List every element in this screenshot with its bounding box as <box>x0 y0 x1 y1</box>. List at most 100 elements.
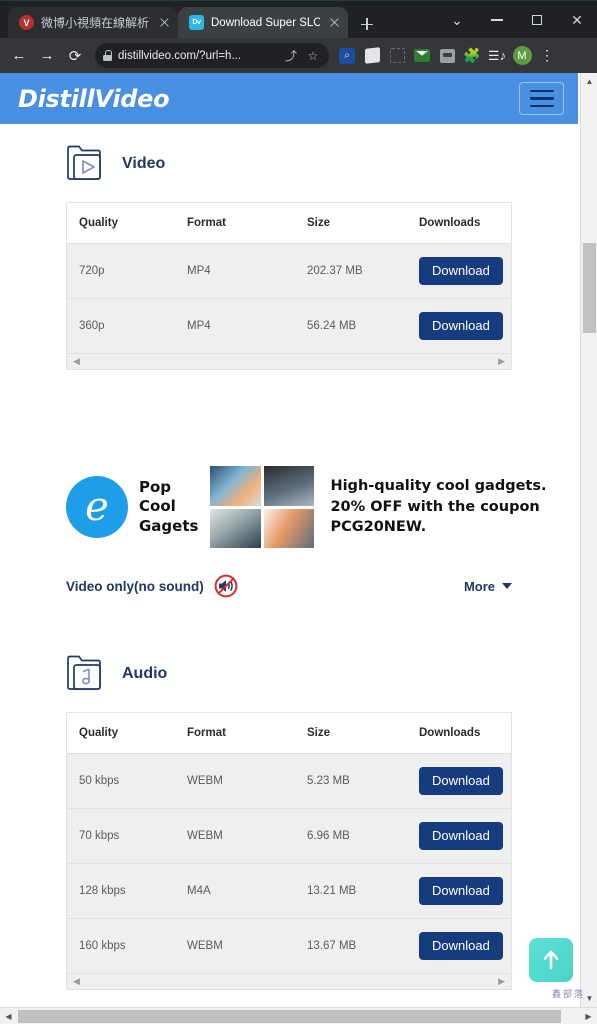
address-bar[interactable]: distillvideo.com/?url=h... ⤴ ☆ <box>95 43 329 68</box>
ad-product-thumbnails <box>210 466 315 548</box>
cell-quality: 50 kbps <box>67 753 187 809</box>
cell-format: WEBM <box>187 753 307 809</box>
lock-icon <box>103 50 112 61</box>
table-row: 360p MP4 56.24 MB Download <box>67 298 511 353</box>
avatar[interactable]: M <box>510 44 534 68</box>
download-button[interactable]: Download <box>419 767 503 795</box>
ad-copy-line1: High-quality cool gadgets. <box>330 478 547 495</box>
column-header-quality: Quality <box>67 203 187 244</box>
page-horizontal-scrollbar[interactable]: ◀ ▶ <box>0 1007 597 1024</box>
table-row: 128 kbps M4A 13.21 MB Download <box>67 863 511 919</box>
ad-copy-line3: PCG20NEW. <box>330 519 427 536</box>
mail-icon[interactable] <box>410 44 434 68</box>
ad-thumbnail <box>263 508 315 548</box>
download-button[interactable]: Download <box>419 877 503 905</box>
audio-table: Quality Format Size Downloads 50 kbps WE… <box>66 712 512 990</box>
ad-thumbnail <box>210 508 261 548</box>
column-header-format: Format <box>187 713 307 754</box>
scroll-up-icon[interactable]: ▲ <box>581 73 597 89</box>
more-label: More <box>463 578 495 594</box>
tab-strip: V 微博小視頻在線解析下載 Dv Download Super SLOW ⌄ ✕ <box>0 0 597 38</box>
column-header-downloads: Downloads <box>419 713 511 754</box>
new-tab-button[interactable] <box>353 10 381 38</box>
column-header-size: Size <box>307 713 419 754</box>
scroll-left-icon[interactable]: ◀ <box>73 356 80 367</box>
column-header-format: Format <box>187 203 307 244</box>
cell-quality: 70 kbps <box>67 808 187 864</box>
ad-brand-line3: Gagets <box>139 516 199 535</box>
scroll-left-icon[interactable]: ◀ <box>0 1012 17 1021</box>
site-logo[interactable]: DistillVideo <box>18 85 170 113</box>
download-button[interactable]: Download <box>419 932 503 960</box>
hamburger-icon[interactable] <box>519 82 564 115</box>
browser-tab-distillvideo[interactable]: Dv Download Super SLOW <box>178 7 348 38</box>
cell-size: 13.21 MB <box>307 863 419 919</box>
paper-stack-icon[interactable] <box>360 44 384 68</box>
scroll-to-top-icon <box>543 950 559 970</box>
watermark: 鑫部落 <box>551 990 585 1000</box>
chevron-down-icon[interactable]: ⌄ <box>437 1 477 39</box>
scroll-to-top-button[interactable] <box>529 938 573 982</box>
ad-thumbnail <box>263 466 315 506</box>
scroll-right-icon[interactable]: ▶ <box>498 976 505 987</box>
cell-download: Download <box>419 918 511 973</box>
folder-video-icon <box>62 144 108 184</box>
clipboard-robot-icon[interactable] <box>435 44 459 68</box>
video-section-header: Video <box>0 124 578 184</box>
close-icon[interactable]: ✕ <box>557 1 597 39</box>
ad-brand-name: Pop Cool Gagets <box>139 478 198 536</box>
back-icon[interactable]: ← <box>6 43 32 69</box>
close-icon[interactable] <box>327 15 342 30</box>
browser-window: V 微博小視頻在線解析下載 Dv Download Super SLOW ⌄ ✕… <box>0 0 597 1024</box>
cell-format: WEBM <box>187 808 307 864</box>
minimize-icon[interactable] <box>477 1 517 39</box>
table-horizontal-scrollbar[interactable]: ◀ ▶ <box>67 353 511 369</box>
video-only-row: Video only(no sound) More <box>66 574 512 598</box>
cell-format: M4A <box>187 863 307 919</box>
maximize-icon[interactable] <box>517 1 557 39</box>
table-row: 160 kbps WEBM 13.67 MB Download <box>67 918 511 973</box>
browser-toolbar: ← → ⟳ distillvideo.com/?url=h... ⤴ ☆ ⌕ 🧩… <box>0 38 597 73</box>
ad-copy: High-quality cool gadgets. 20% OFF with … <box>330 476 546 538</box>
cell-quality: 128 kbps <box>67 863 187 919</box>
window-controls: ⌄ ✕ <box>437 1 597 39</box>
reload-icon[interactable]: ⟳ <box>62 43 88 69</box>
search-highlight-icon[interactable]: ⌕ <box>335 44 359 68</box>
scrollbar-thumb[interactable] <box>18 1010 561 1023</box>
cell-size: 5.23 MB <box>307 753 419 809</box>
table-horizontal-scrollbar[interactable]: ◀ ▶ <box>67 973 511 989</box>
more-dropdown-button[interactable]: More <box>464 579 512 594</box>
share-icon[interactable]: ⤴ <box>283 47 299 64</box>
video-only-label-group: Video only(no sound) <box>66 574 238 598</box>
cell-download: Download <box>419 298 511 353</box>
scroll-right-icon[interactable]: ▶ <box>580 1012 597 1021</box>
folder-audio-icon <box>62 654 108 694</box>
forward-icon[interactable]: → <box>34 43 60 69</box>
cell-download: Download <box>419 753 511 809</box>
section-title: Audio <box>122 665 168 682</box>
table-row: 70 kbps WEBM 6.96 MB Download <box>67 808 511 864</box>
cell-size: 202.37 MB <box>307 243 419 299</box>
page-content: Video Quality Format Size Downloads 720p… <box>0 124 578 990</box>
scrollbar-thumb[interactable] <box>583 243 596 333</box>
browser-tab-weibo[interactable]: V 微博小視頻在線解析下載 <box>8 7 178 38</box>
tab-title: Download Super SLOW <box>211 16 320 29</box>
download-button[interactable]: Download <box>419 312 503 340</box>
close-icon[interactable] <box>157 15 172 30</box>
browser-menu-icon[interactable]: ⋮ <box>535 44 559 68</box>
video-only-label: Video only(no sound) <box>66 578 204 594</box>
cell-quality: 360p <box>67 298 187 353</box>
star-icon[interactable]: ☆ <box>305 49 321 63</box>
cell-download: Download <box>419 808 511 864</box>
table-header-row: Quality Format Size Downloads <box>67 203 511 244</box>
scroll-right-icon[interactable]: ▶ <box>498 356 505 367</box>
advertisement-banner[interactable]: e Pop Cool Gagets High-quality cool gadg… <box>0 466 578 548</box>
puzzle-extension-icon[interactable]: 🧩 <box>460 44 484 68</box>
scroll-left-icon[interactable]: ◀ <box>73 976 80 987</box>
playlist-music-icon[interactable]: ☰♪ <box>485 44 509 68</box>
download-button[interactable]: Download <box>419 257 503 285</box>
page-vertical-scrollbar[interactable]: ▲ ▼ <box>580 73 597 1024</box>
download-button[interactable]: Download <box>419 822 503 850</box>
dashed-capture-icon[interactable] <box>385 44 409 68</box>
ad-copy-line2: 20% OFF with the coupon <box>330 498 540 515</box>
